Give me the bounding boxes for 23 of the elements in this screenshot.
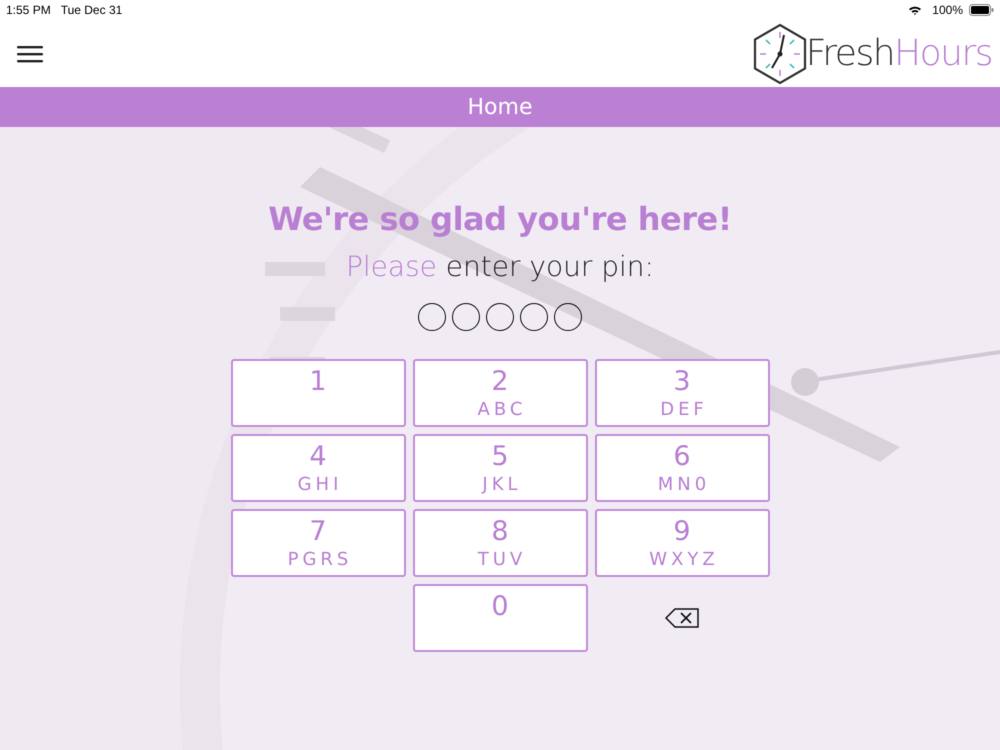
prompt-text: Please xyxy=(346,250,437,283)
keypad-key[interactable]: 1 xyxy=(230,359,406,427)
page-title: Home xyxy=(468,94,532,120)
keypad-key[interactable]: 2 ABC xyxy=(412,359,588,427)
clock-logo-icon xyxy=(752,22,808,84)
status-time: 1:55 PM xyxy=(6,3,51,17)
keypad-key[interactable]: 3 DEF xyxy=(594,359,770,427)
keypad-key[interactable]: 0 xyxy=(412,584,588,652)
battery-percent: 100% xyxy=(932,3,963,17)
keypad-key[interactable]: 6 MN0 xyxy=(594,434,770,502)
keypad-key[interactable]: 4 GHI xyxy=(230,434,406,502)
battery-icon xyxy=(969,4,994,16)
keypad-key[interactable]: 5 JKL xyxy=(412,434,588,502)
menu-icon[interactable] xyxy=(17,44,43,62)
greeting-heading: We're so glad you're here! xyxy=(268,200,732,238)
prompt-text: enter your pin: xyxy=(446,250,654,283)
logo-text: FreshHours xyxy=(806,33,992,74)
backspace-icon[interactable] xyxy=(665,608,699,628)
status-date: Tue Dec 31 xyxy=(60,3,122,17)
keypad-key[interactable]: 7 PGRS xyxy=(230,509,406,577)
keypad-key[interactable]: 9 WXYZ xyxy=(594,509,770,577)
wifi-icon xyxy=(908,4,922,16)
keypad-key[interactable]: 8 TUV xyxy=(412,509,588,577)
